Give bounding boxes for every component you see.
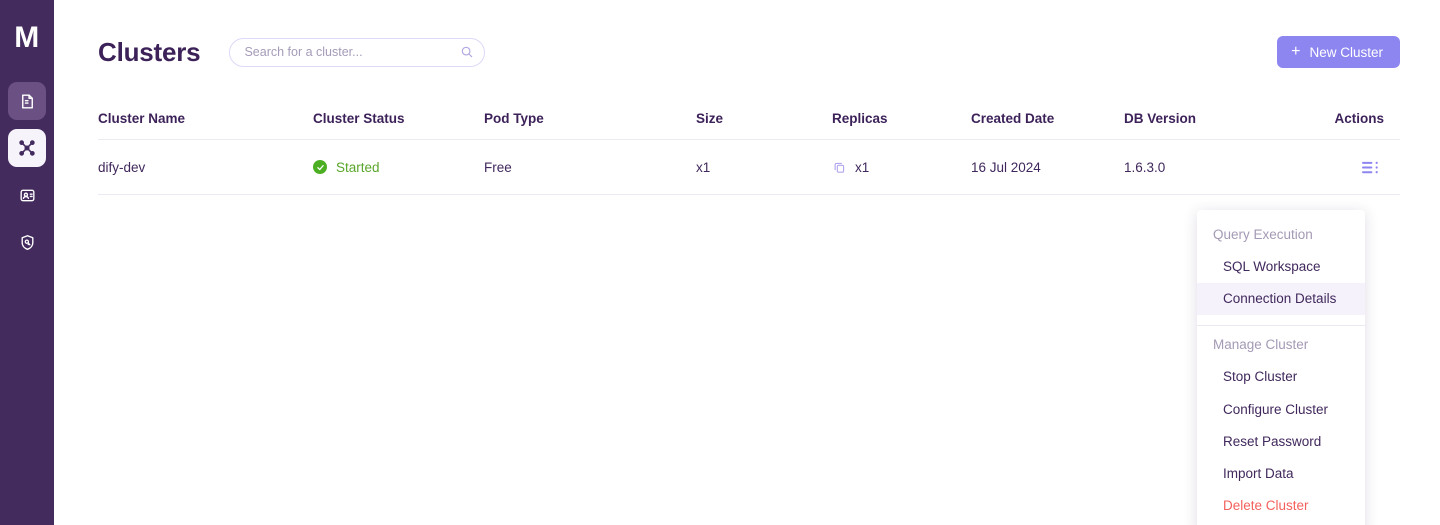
replicas-copy-icon <box>832 160 847 175</box>
id-card-icon <box>18 186 37 205</box>
menu-item-delete-cluster[interactable]: Delete Cluster <box>1197 490 1365 522</box>
cell-replicas: x1 <box>832 160 971 175</box>
page-header: Clusters + New Cluster <box>98 0 1400 96</box>
new-cluster-button[interactable]: + New Cluster <box>1277 36 1400 68</box>
menu-group-label-manage-cluster: Manage Cluster <box>1213 337 1309 353</box>
column-header-replicas: Replicas <box>832 111 888 126</box>
cell-cluster-status: Started <box>313 160 484 175</box>
app-root: M Clusters Search for a cluster... + New… <box>0 0 1440 525</box>
page-title: Clusters <box>98 36 201 67</box>
replicas-count: x1 <box>855 159 870 175</box>
menu-item-reset-password[interactable]: Reset Password <box>1197 426 1365 458</box>
plus-icon: + <box>1291 43 1301 60</box>
cell-size: x1 <box>696 159 711 175</box>
cluster-icon <box>17 138 37 158</box>
sidebar: M <box>0 0 54 525</box>
table-row: dify-dev Started Free x1 x1 16 Jul 2024 … <box>98 140 1400 195</box>
clusters-table: Cluster Name Cluster Status Pod Type Siz… <box>98 98 1400 195</box>
column-header-pod-type: Pod Type <box>484 111 544 126</box>
status-badge: Started <box>313 160 380 175</box>
search-icon <box>460 45 474 59</box>
sidebar-item-accounts[interactable] <box>8 176 46 214</box>
column-header-cluster-status: Cluster Status <box>313 111 405 126</box>
cell-cluster-name: dify-dev <box>98 159 146 175</box>
sidebar-item-databases[interactable] <box>8 82 46 120</box>
row-actions-menu: Query Execution SQL Workspace Connection… <box>1197 210 1365 525</box>
sidebar-item-clusters[interactable] <box>8 129 46 167</box>
search-box[interactable] <box>229 37 486 67</box>
menu-item-import-data[interactable]: Import Data <box>1197 458 1365 490</box>
search-input[interactable] <box>244 45 461 59</box>
row-actions-button[interactable] <box>1358 157 1384 177</box>
sidebar-item-security[interactable] <box>8 223 46 261</box>
cell-pod-type: Free <box>484 159 512 175</box>
column-header-cluster-name: Cluster Name <box>98 111 186 126</box>
table-header-row: Cluster Name Cluster Status Pod Type Siz… <box>98 98 1400 140</box>
menu-divider <box>1197 325 1365 327</box>
replicas-value: x1 <box>832 160 869 175</box>
menu-item-connection-details[interactable]: Connection Details <box>1197 283 1365 316</box>
app-logo: M <box>14 21 40 54</box>
menu-item-stop-cluster[interactable]: Stop Cluster <box>1197 361 1365 393</box>
database-icon <box>18 92 37 111</box>
status-label: Started <box>336 159 380 175</box>
sidebar-nav <box>8 82 46 261</box>
cell-actions <box>1295 157 1400 177</box>
cell-db-version: 1.6.3.0 <box>1124 159 1166 175</box>
menu-group-label-query-execution: Query Execution <box>1213 227 1313 242</box>
column-header-size: Size <box>696 111 724 126</box>
column-header-created-date: Created Date <box>971 111 1055 126</box>
shield-key-icon <box>18 233 37 252</box>
column-header-db-version: DB Version <box>1124 111 1197 126</box>
menu-item-sql-workspace[interactable]: SQL Workspace <box>1197 251 1365 283</box>
menu-item-configure-cluster[interactable]: Configure Cluster <box>1197 394 1365 426</box>
check-circle-icon <box>313 160 327 174</box>
new-cluster-label: New Cluster <box>1309 44 1383 60</box>
main-content: Clusters + New Cluster Cluster Name <box>54 0 1440 525</box>
cell-created-date: 16 Jul 2024 <box>971 159 1041 175</box>
column-header-actions: Actions <box>1334 111 1384 126</box>
